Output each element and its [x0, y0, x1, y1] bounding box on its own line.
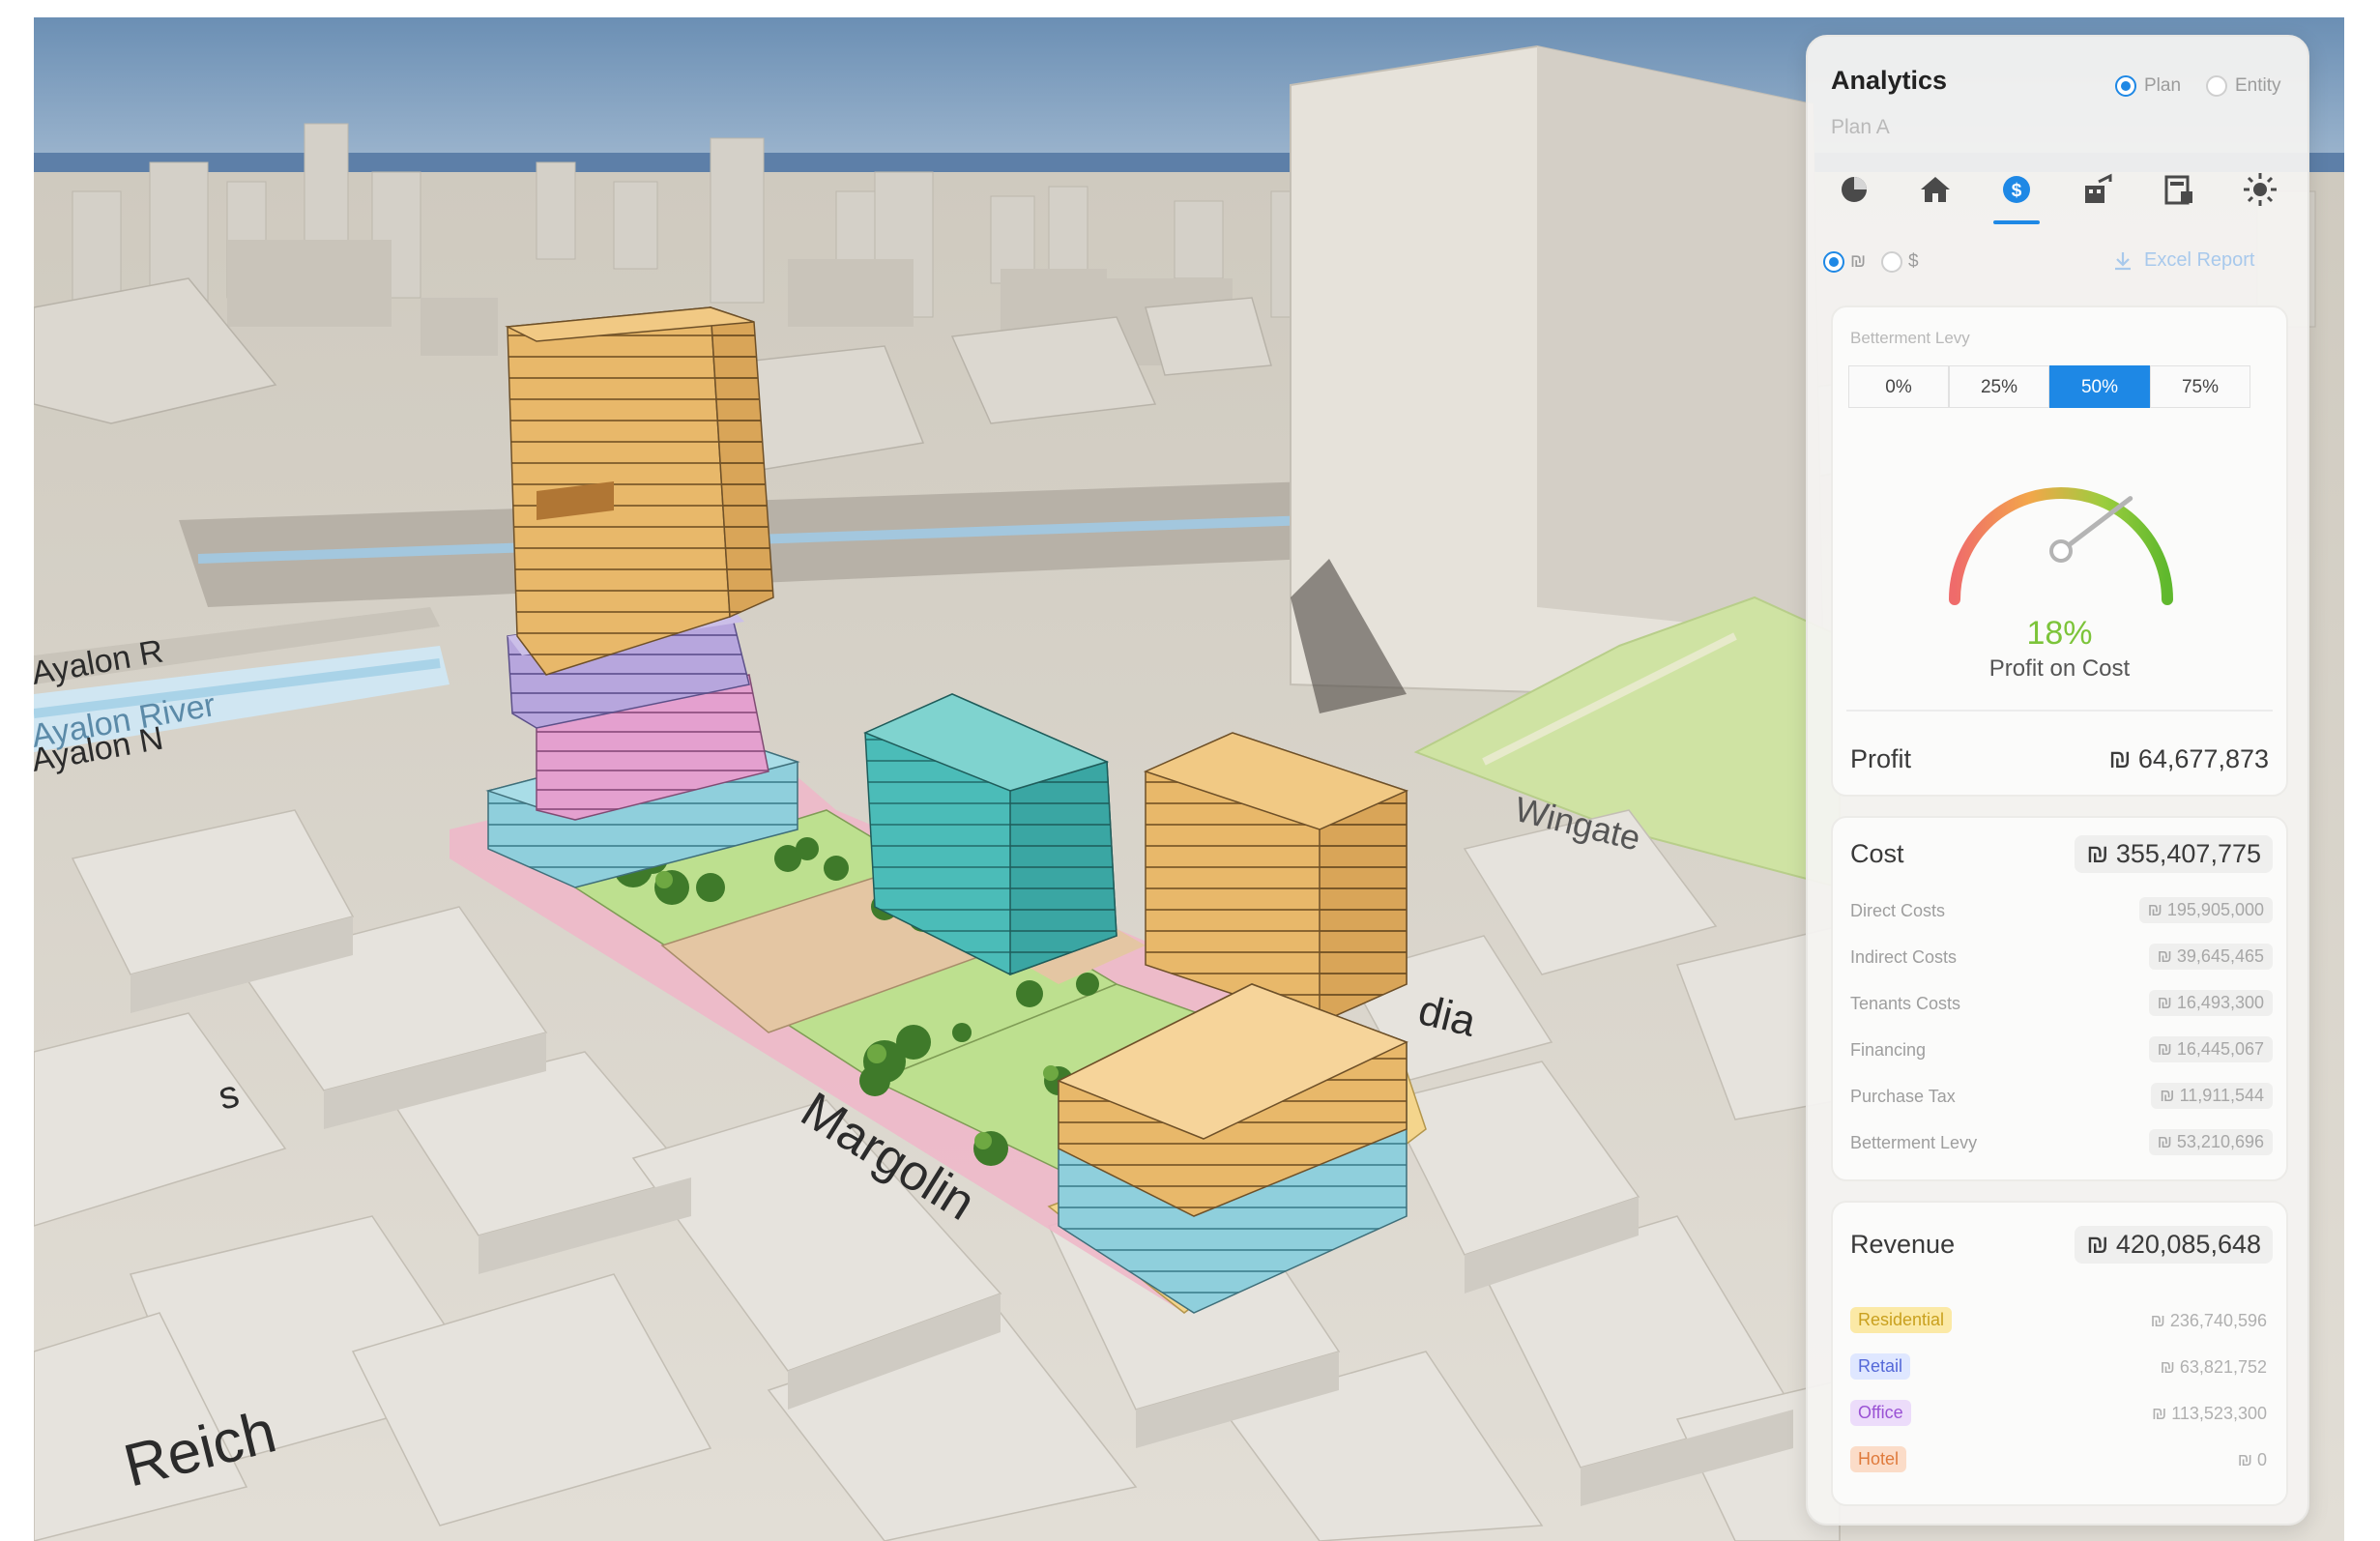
cost-row-value: ₪ 195,905,000	[2138, 897, 2273, 923]
radio-currency-usd-label: $	[1908, 251, 1919, 272]
divider	[1846, 710, 2273, 712]
profit-gauge	[1949, 487, 2173, 605]
active-tab-indicator	[1993, 220, 2040, 224]
excel-report-button[interactable]: Excel Report	[2111, 247, 2295, 276]
panel-subtitle: Plan A	[1831, 116, 1890, 138]
profit-card: Betterment Levy 0% 25% 50% 75% 18% Profi…	[1831, 305, 2288, 797]
cost-value: ₪ 355,407,775	[2075, 835, 2273, 873]
profit-label: Profit	[1850, 744, 1912, 773]
cost-row-label: Tenants Costs	[1850, 994, 1961, 1013]
radio-entity[interactable]	[2206, 75, 2227, 97]
mode-toggle: Plan Entity	[2115, 73, 2299, 99]
radio-currency-usd[interactable]	[1881, 251, 1902, 273]
radio-plan[interactable]	[2115, 75, 2136, 97]
cost-row-label: Direct Costs	[1850, 901, 1946, 920]
revenue-chip-retail: Retail	[1850, 1353, 1911, 1380]
revenue-chip-office: Office	[1850, 1400, 1911, 1426]
cost-row-value: ₪ 16,493,300	[2148, 990, 2273, 1016]
home-icon[interactable]	[1914, 168, 1957, 211]
gauge-value: 18%	[2026, 615, 2093, 652]
radio-plan-label: Plan	[2144, 75, 2182, 96]
sun-icon[interactable]	[2239, 168, 2281, 211]
cost-label: Cost	[1850, 839, 1904, 868]
revenue-value: ₪ 420,085,648	[2075, 1226, 2273, 1264]
cost-row-label: Purchase Tax	[1850, 1087, 1956, 1106]
betterment-option-75[interactable]: 75%	[2150, 365, 2250, 408]
betterment-option-0[interactable]: 0%	[1848, 365, 1949, 408]
dollar-icon[interactable]: $	[1995, 168, 2038, 211]
cost-row-label: Indirect Costs	[1850, 947, 1958, 967]
building-chart-icon[interactable]	[2076, 168, 2119, 211]
cost-row-value: ₪ 39,645,465	[2148, 944, 2273, 970]
cost-row-label: Betterment Levy	[1850, 1133, 1978, 1152]
revenue-label: Revenue	[1850, 1230, 1956, 1259]
profit-value: ₪ 64,677,873	[2108, 744, 2269, 773]
revenue-row-value: ₪ 63,821,752	[2160, 1357, 2267, 1377]
radio-currency-ils[interactable]	[1823, 251, 1844, 273]
cost-row-value: ₪ 53,210,696	[2148, 1129, 2273, 1155]
svg-text:$: $	[2012, 181, 2022, 201]
betterment-option-25[interactable]: 25%	[1949, 365, 2049, 408]
download-icon	[2115, 252, 2131, 271]
radio-currency-ils-label: ₪	[1850, 251, 1867, 272]
betterment-label: Betterment Levy	[1850, 329, 1970, 347]
cost-row-label: Financing	[1850, 1040, 1927, 1060]
revenue-chip-residential: Residential	[1850, 1307, 1953, 1333]
revenue-row-value: ₪ 0	[2237, 1450, 2267, 1469]
gauge-label: Profit on Cost	[1988, 655, 2131, 682]
cost-card: Cost ₪ 355,407,775 Direct Costs ₪ 195,90…	[1831, 816, 2288, 1181]
analytics-panel: Analytics Plan A Plan Entity $ ₪ $ Excel…	[1806, 35, 2309, 1526]
analytics-tabs: $	[1823, 162, 2297, 230]
revenue-card: Revenue ₪ 420,085,648 Residential ₪ 236,…	[1831, 1201, 2288, 1506]
radio-entity-label: Entity	[2235, 75, 2281, 96]
revenue-chip-hotel: Hotel	[1850, 1446, 1907, 1472]
revenue-row-value: ₪ 113,523,300	[2151, 1404, 2267, 1423]
betterment-option-50[interactable]: 50%	[2049, 365, 2150, 408]
excel-report-label: Excel Report	[2144, 249, 2255, 271]
revenue-row-value: ₪ 236,740,596	[2150, 1311, 2267, 1330]
cost-row-value: ₪ 11,911,544	[2151, 1083, 2273, 1109]
panel-title: Analytics	[1831, 66, 1948, 95]
calendar-building-icon[interactable]	[2158, 168, 2200, 211]
cost-row-value: ₪ 16,445,067	[2148, 1036, 2273, 1062]
pie-chart-icon[interactable]	[1833, 168, 1875, 211]
